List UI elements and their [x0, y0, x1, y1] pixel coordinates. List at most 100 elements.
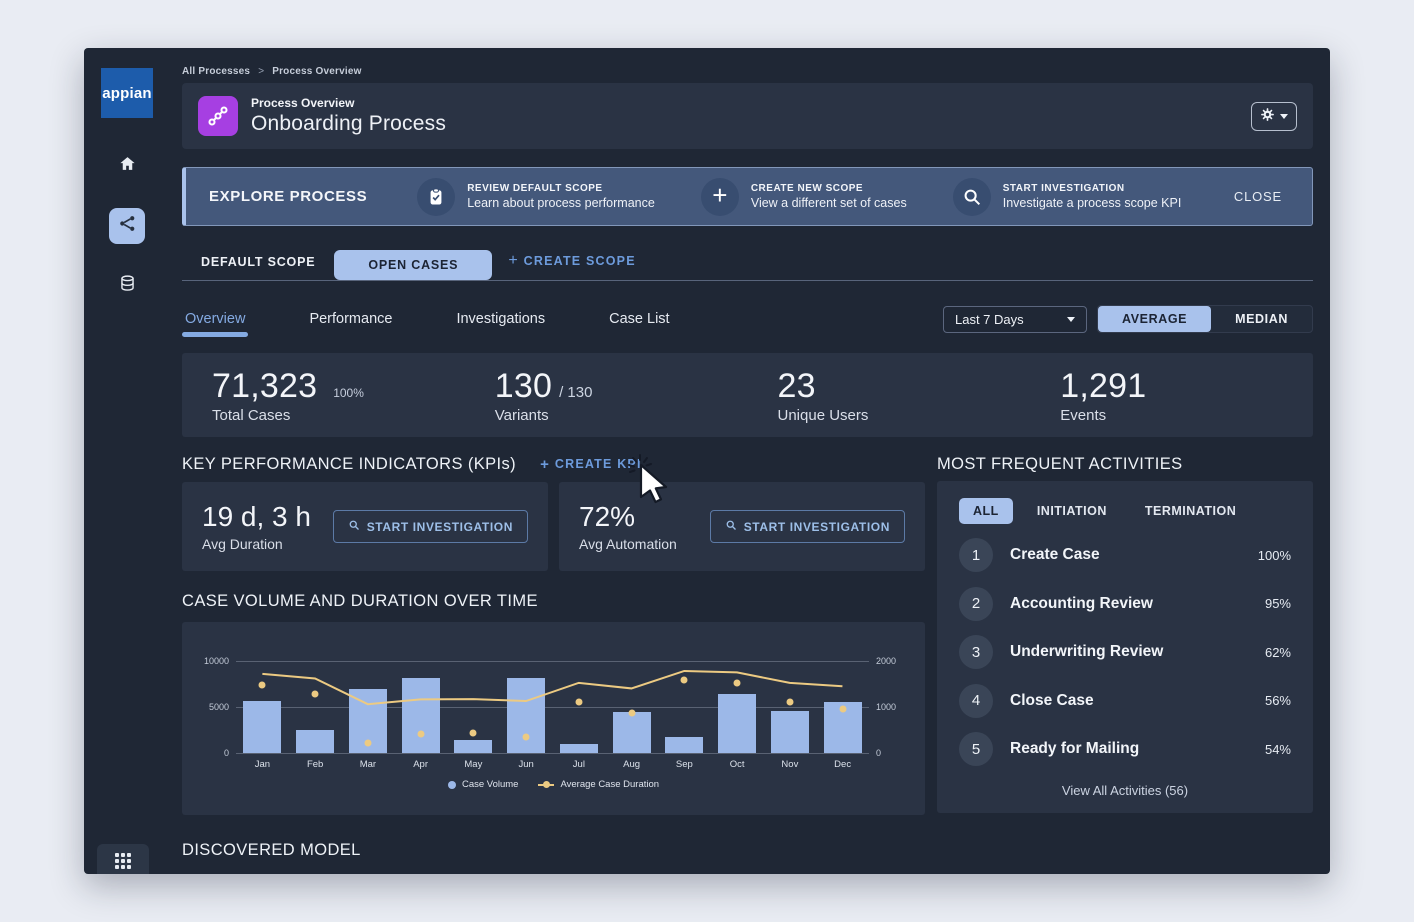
- activity-row[interactable]: 1 Create Case 100%: [959, 531, 1291, 580]
- stat-variants: 130 / 130 Variants: [465, 367, 748, 424]
- activity-row[interactable]: 4 Close Case 56%: [959, 677, 1291, 726]
- create-new-scope-action[interactable]: + CREATE NEW SCOPE View a different set …: [701, 178, 907, 216]
- action-title: CREATE NEW SCOPE: [751, 183, 907, 194]
- breadcrumb-process-overview: Process Overview: [272, 66, 361, 77]
- action-subtitle: View a different set of cases: [751, 196, 907, 210]
- create-scope-button[interactable]: + CREATE SCOPE: [508, 252, 635, 280]
- breadcrumb: All Processes > Process Overview: [182, 66, 1313, 77]
- header-eyebrow: Process Overview: [251, 96, 446, 110]
- settings-menu-button[interactable]: [1251, 102, 1297, 131]
- review-default-scope-action[interactable]: REVIEW DEFAULT SCOPE Learn about process…: [417, 178, 655, 216]
- dashboard-columns: KEY PERFORMANCE INDICATORS (KPIs) + CREA…: [182, 454, 1313, 815]
- create-scope-label: CREATE SCOPE: [524, 254, 636, 268]
- activity-percentage: 54%: [1265, 742, 1291, 757]
- kpi-cards: 19 d, 3 h Avg Duration START INVESTIGATI…: [182, 482, 925, 571]
- close-banner-button[interactable]: CLOSE: [1234, 189, 1282, 204]
- stat-value: 1,291: [1060, 367, 1146, 406]
- start-investigation-button[interactable]: START INVESTIGATION: [710, 510, 905, 543]
- date-range-select[interactable]: Last 7 Days: [943, 306, 1087, 333]
- start-investigation-label: START INVESTIGATION: [367, 520, 513, 534]
- page-header: Process Overview Onboarding Process: [182, 83, 1313, 149]
- y-axis-tick-left: 10000: [204, 656, 229, 666]
- legend-line-icon: [538, 784, 554, 786]
- x-axis-tick: Sep: [658, 759, 711, 770]
- activity-row[interactable]: 3 Underwriting Review 62%: [959, 628, 1291, 677]
- filter-initiation[interactable]: INITIATION: [1023, 498, 1121, 524]
- sidebar-item-process-mining[interactable]: [109, 208, 145, 244]
- clipboard-check-icon: [417, 178, 455, 216]
- activity-rank: 3: [959, 635, 993, 669]
- average-toggle[interactable]: AVERAGE: [1098, 306, 1211, 332]
- x-axis-tick: Jul: [553, 759, 606, 770]
- stat-label: Variants: [495, 407, 748, 424]
- chart-section-title: CASE VOLUME AND DURATION OVER TIME: [182, 592, 925, 611]
- filter-all[interactable]: ALL: [959, 498, 1013, 524]
- plus-icon: +: [508, 252, 517, 270]
- stat-value: 71,323: [212, 367, 317, 406]
- explore-title: EXPLORE PROCESS: [209, 188, 367, 205]
- x-axis-tick: Dec: [816, 759, 869, 770]
- legend-label: Average Case Duration: [560, 779, 659, 790]
- x-axis-tick: Jan: [236, 759, 289, 770]
- activity-name: Create Case: [1010, 546, 1100, 564]
- app-grid-button[interactable]: [97, 844, 149, 874]
- duration-line-series: [236, 661, 869, 710]
- activity-rank: 4: [959, 684, 993, 718]
- tab-case-list[interactable]: Case List: [606, 309, 672, 337]
- stat-value: 130: [495, 367, 552, 406]
- tab-overview[interactable]: Overview: [182, 309, 248, 337]
- aggregation-toggle: AVERAGE MEDIAN: [1097, 305, 1313, 333]
- y-axis-tick-right: 0: [876, 748, 881, 758]
- start-investigation-action[interactable]: START INVESTIGATION Investigate a proces…: [953, 178, 1182, 216]
- explore-process-banner: EXPLORE PROCESS REVIEW DEFAULT SCOPE Lea…: [182, 167, 1313, 226]
- scope-tabs: DEFAULT SCOPE OPEN CASES + CREATE SCOPE: [182, 249, 1313, 281]
- y-axis-tick-left: 0: [224, 748, 229, 758]
- stat-value: 23: [778, 367, 816, 406]
- header-titles: Process Overview Onboarding Process: [251, 96, 446, 136]
- median-toggle[interactable]: MEDIAN: [1211, 306, 1312, 332]
- activity-row[interactable]: 2 Accounting Review 95%: [959, 580, 1291, 629]
- scope-tab-open-cases[interactable]: OPEN CASES: [334, 250, 492, 280]
- kpi-label: Avg Duration: [202, 536, 311, 552]
- activity-name: Accounting Review: [1010, 595, 1153, 613]
- line-point: [259, 682, 266, 689]
- create-kpi-button[interactable]: + CREATE KPI: [540, 456, 642, 473]
- activity-name: Ready for Mailing: [1010, 740, 1139, 758]
- filter-termination[interactable]: TERMINATION: [1131, 498, 1250, 524]
- x-axis-tick: Mar: [342, 759, 395, 770]
- line-point: [786, 699, 793, 706]
- grid-icon: [115, 853, 131, 869]
- sidebar-item-data[interactable]: [109, 268, 145, 304]
- x-axis-tick: Aug: [605, 759, 658, 770]
- kpi-label: Avg Automation: [579, 536, 677, 552]
- tab-performance[interactable]: Performance: [306, 309, 395, 337]
- scope-tab-default[interactable]: DEFAULT SCOPE: [182, 255, 334, 280]
- start-investigation-button[interactable]: START INVESTIGATION: [333, 510, 528, 543]
- line-point: [417, 730, 424, 737]
- chart-plot-area: 10000 5000 0 2000 1000 0: [236, 661, 869, 753]
- plus-icon: +: [701, 178, 739, 216]
- activity-row[interactable]: 5 Ready for Mailing 54%: [959, 725, 1291, 774]
- legend-dot-icon: [448, 781, 456, 789]
- tab-investigations[interactable]: Investigations: [453, 309, 548, 337]
- chart-legend: Case Volume Average Case Duration: [182, 779, 925, 790]
- main-content: All Processes > Process Overview Process…: [170, 48, 1330, 874]
- x-axis-tick: May: [447, 759, 500, 770]
- activity-rank: 1: [959, 538, 993, 572]
- kpi-value: 19 d, 3 h: [202, 501, 311, 533]
- stat-label: Total Cases: [212, 407, 465, 424]
- sidebar-item-home[interactable]: [109, 148, 145, 184]
- breadcrumb-all-processes[interactable]: All Processes: [182, 66, 250, 77]
- x-axis-tick: Nov: [764, 759, 817, 770]
- process-flow-icon: [118, 214, 137, 238]
- view-all-activities-link[interactable]: View All Activities (56): [959, 783, 1291, 798]
- case-volume-chart: 10000 5000 0 2000 1000 0 JanFebMarAprMay…: [182, 622, 925, 815]
- gear-icon: [1260, 107, 1275, 125]
- x-axis-tick: Jun: [500, 759, 553, 770]
- action-subtitle: Learn about process performance: [467, 196, 655, 210]
- stat-label: Events: [1060, 407, 1313, 424]
- stat-events: 1,291 Events: [1030, 367, 1313, 424]
- activity-percentage: 56%: [1265, 693, 1291, 708]
- page-title: Onboarding Process: [251, 112, 446, 136]
- line-point: [575, 699, 582, 706]
